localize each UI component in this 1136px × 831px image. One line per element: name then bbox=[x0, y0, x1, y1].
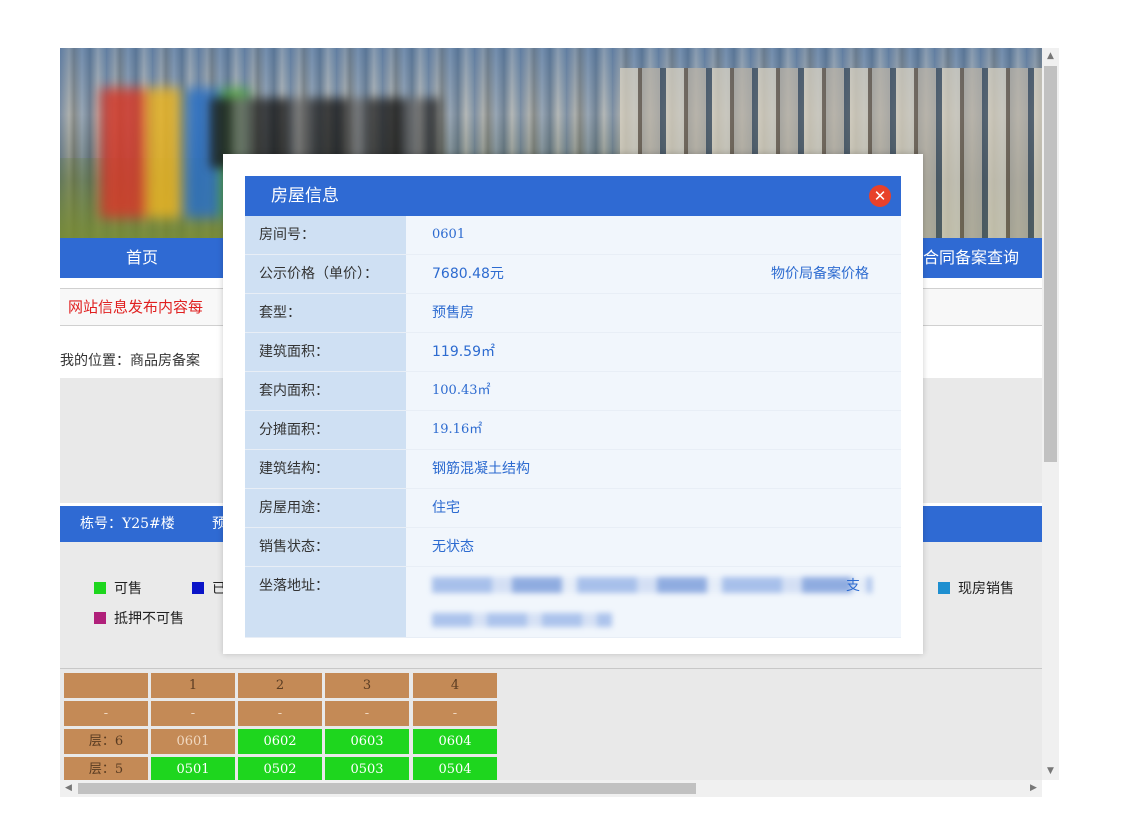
info-label: 建筑结构： bbox=[245, 450, 406, 488]
grid-corner bbox=[64, 673, 148, 698]
floor-label: 层：5 bbox=[64, 757, 148, 780]
info-row-usage: 房屋用途： 住宅 bbox=[245, 489, 901, 528]
address-visible-fragment: 支 bbox=[846, 578, 860, 594]
info-value: 7680.48元 bbox=[432, 266, 504, 282]
address-redacted-line2 bbox=[432, 613, 612, 627]
unit-cell[interactable]: 0603 bbox=[325, 729, 409, 754]
legend-existing: 现房销售 bbox=[938, 578, 1014, 598]
info-value-container: 支 bbox=[406, 567, 901, 637]
scroll-down-icon[interactable]: ▼ bbox=[1042, 763, 1059, 780]
unit-cell[interactable]: 0501 bbox=[151, 757, 235, 780]
grid-dash-cell: - bbox=[413, 701, 497, 726]
grid-col-header: 1 bbox=[151, 673, 235, 698]
legend-available-swatch bbox=[94, 582, 106, 594]
legend-mortgaged-swatch bbox=[94, 612, 106, 624]
unit-cell[interactable]: 0502 bbox=[238, 757, 322, 780]
grid-col-header: 3 bbox=[325, 673, 409, 698]
legend-sold: 已 bbox=[192, 578, 226, 598]
info-value: 100.43㎡ bbox=[406, 372, 901, 410]
modal-title: 房屋信息 bbox=[271, 186, 339, 206]
breadcrumb: 我的位置：商品房备案 bbox=[60, 353, 200, 369]
grid-dash-cell: - bbox=[238, 701, 322, 726]
legend-existing-swatch bbox=[938, 582, 950, 594]
unit-cell[interactable]: 0602 bbox=[238, 729, 322, 754]
info-label: 坐落地址： bbox=[245, 567, 406, 637]
info-row-shared-area: 分摊面积： 19.16㎡ bbox=[245, 411, 901, 450]
floor-label: 层：6 bbox=[64, 729, 148, 754]
info-row-address: 坐落地址： 支 bbox=[245, 567, 901, 638]
info-value: 无状态 bbox=[406, 528, 901, 566]
grid-dash-cell: - bbox=[64, 701, 148, 726]
info-label: 分摊面积： bbox=[245, 411, 406, 449]
info-label: 房间号： bbox=[245, 216, 406, 254]
info-label: 套内面积： bbox=[245, 372, 406, 410]
legend-available: 可售 bbox=[94, 578, 142, 598]
notice-text: 网站信息发布内容每 bbox=[68, 298, 204, 316]
scroll-right-icon[interactable]: ▶ bbox=[1025, 780, 1042, 797]
info-value: 19.16㎡ bbox=[406, 411, 901, 449]
price-bureau-link[interactable]: 物价局备案价格 bbox=[771, 255, 869, 293]
info-label: 套型： bbox=[245, 294, 406, 332]
info-row-price: 公示价格（单价）： 7680.48元 物价局备案价格 bbox=[245, 255, 901, 294]
info-row-structure: 建筑结构： 钢筋混凝土结构 bbox=[245, 450, 901, 489]
info-label: 建筑面积： bbox=[245, 333, 406, 371]
floor-grid: 1 2 3 4 - - - - - 层：6 0601 0602 0603 060… bbox=[60, 668, 1042, 780]
scroll-up-icon[interactable]: ▲ bbox=[1042, 48, 1059, 65]
info-row-inner-area: 套内面积： 100.43㎡ bbox=[245, 372, 901, 411]
modal-header: 房屋信息 ✕ bbox=[245, 176, 901, 216]
info-value: 钢筋混凝土结构 bbox=[406, 450, 901, 488]
nav-contract-query[interactable]: 合同备案查询 bbox=[923, 238, 1019, 278]
grid-col-header: 2 bbox=[238, 673, 322, 698]
legend-mortgaged-label: 抵押不可售 bbox=[114, 611, 184, 627]
house-info-table: 房间号： 0601 公示价格（单价）： 7680.48元 物价局备案价格 套型：… bbox=[245, 216, 901, 638]
grid-dash-cell: - bbox=[151, 701, 235, 726]
legend-existing-label: 现房销售 bbox=[958, 581, 1014, 597]
grid-dash-cell: - bbox=[325, 701, 409, 726]
info-row-sale-status: 销售状态： 无状态 bbox=[245, 528, 901, 567]
building-number: 栋号：Y25#楼 bbox=[80, 516, 175, 532]
vertical-scroll-thumb[interactable] bbox=[1044, 66, 1057, 462]
unit-cell[interactable]: 0503 bbox=[325, 757, 409, 780]
info-label: 房屋用途： bbox=[245, 489, 406, 527]
info-value: 0601 bbox=[406, 216, 901, 254]
close-icon[interactable]: ✕ bbox=[869, 185, 891, 207]
legend-sold-swatch bbox=[192, 582, 204, 594]
info-value: 住宅 bbox=[406, 489, 901, 527]
legend-mortgaged: 抵押不可售 bbox=[94, 608, 184, 628]
horizontal-scrollbar[interactable]: ◀ ▶ bbox=[60, 780, 1042, 797]
vertical-scrollbar[interactable]: ▲ ▼ bbox=[1042, 48, 1059, 780]
nav-home[interactable]: 首页 bbox=[126, 238, 158, 278]
info-row-type: 套型： 预售房 bbox=[245, 294, 901, 333]
legend-available-label: 可售 bbox=[114, 581, 142, 597]
info-label: 销售状态： bbox=[245, 528, 406, 566]
scroll-left-icon[interactable]: ◀ bbox=[60, 780, 77, 797]
unit-cell[interactable]: 0601 bbox=[151, 729, 235, 754]
house-info-modal: 房屋信息 ✕ 房间号： 0601 公示价格（单价）： 7680.48元 物价局备… bbox=[223, 154, 923, 654]
grid-col-header: 4 bbox=[413, 673, 497, 698]
horizontal-scroll-thumb[interactable] bbox=[78, 783, 696, 794]
info-row-building-area: 建筑面积： 119.59㎡ bbox=[245, 333, 901, 372]
info-value: 预售房 bbox=[406, 294, 901, 332]
info-value-container: 7680.48元 物价局备案价格 bbox=[406, 255, 901, 293]
info-label: 公示价格（单价）： bbox=[245, 255, 406, 293]
info-row-room: 房间号： 0601 bbox=[245, 216, 901, 255]
info-value: 119.59㎡ bbox=[406, 333, 901, 371]
address-redacted bbox=[432, 577, 872, 593]
unit-cell[interactable]: 0504 bbox=[413, 757, 497, 780]
unit-cell[interactable]: 0604 bbox=[413, 729, 497, 754]
